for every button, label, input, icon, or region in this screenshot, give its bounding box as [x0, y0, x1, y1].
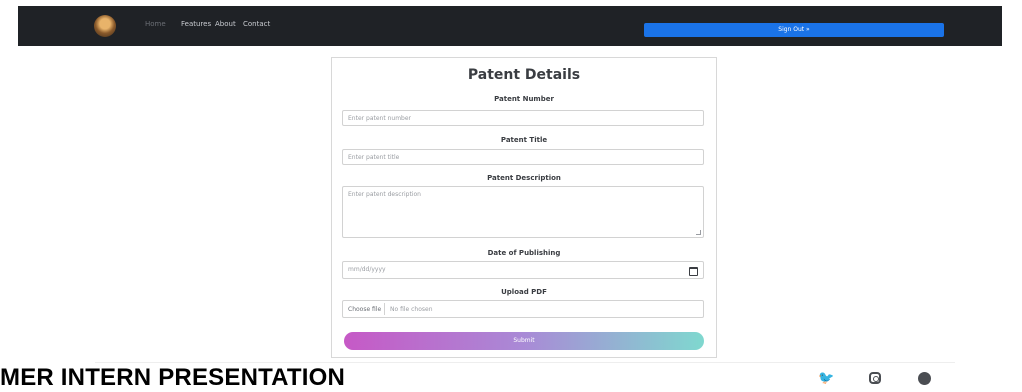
logo-icon[interactable]: [94, 15, 116, 37]
patent-description-textarea[interactable]: Enter patent description: [342, 186, 704, 238]
patent-form-card: Patent Details Patent Number Enter paten…: [331, 57, 717, 358]
form-title: Patent Details: [467, 67, 581, 83]
submit-button[interactable]: Submit: [344, 332, 704, 350]
instagram-icon[interactable]: [869, 372, 881, 384]
navbar: Home Features About Contact Sign Out »: [18, 6, 1002, 46]
presentation-title: MER INTERN PRESENTATION: [0, 364, 346, 391]
sign-out-button[interactable]: Sign Out »: [644, 23, 944, 37]
resize-handle-icon[interactable]: [696, 230, 701, 235]
calendar-icon[interactable]: [689, 267, 698, 276]
upload-pdf-label: Upload PDF: [501, 288, 547, 296]
patent-description-placeholder: Enter patent description: [348, 191, 421, 198]
patent-title-input[interactable]: Enter patent title: [342, 149, 704, 165]
upload-pdf-input[interactable]: Choose file No file chosen: [342, 300, 704, 318]
patent-title-placeholder: Enter patent title: [348, 154, 400, 161]
twitter-icon[interactable]: 🐦: [818, 372, 834, 386]
github-icon[interactable]: [918, 372, 931, 385]
nav-link-features[interactable]: Features: [181, 20, 211, 28]
patent-number-placeholder: Enter patent number: [348, 115, 412, 122]
file-status-text: No file chosen: [390, 306, 433, 313]
patent-description-label: Patent Description: [487, 174, 561, 182]
nav-link-home[interactable]: Home: [145, 20, 166, 28]
footer-divider: [95, 362, 955, 363]
choose-file-button[interactable]: Choose file: [348, 306, 381, 313]
patent-number-label: Patent Number: [494, 95, 554, 103]
nav-link-about[interactable]: About: [215, 20, 236, 28]
date-of-publishing-input[interactable]: mm/dd/yyyy: [342, 261, 704, 279]
file-input-divider: [384, 303, 385, 315]
patent-title-label: Patent Title: [500, 136, 548, 144]
nav-link-contact[interactable]: Contact: [243, 20, 270, 28]
date-placeholder: mm/dd/yyyy: [348, 266, 386, 273]
patent-number-input[interactable]: Enter patent number: [342, 110, 704, 126]
date-of-publishing-label: Date of Publishing: [487, 249, 561, 257]
